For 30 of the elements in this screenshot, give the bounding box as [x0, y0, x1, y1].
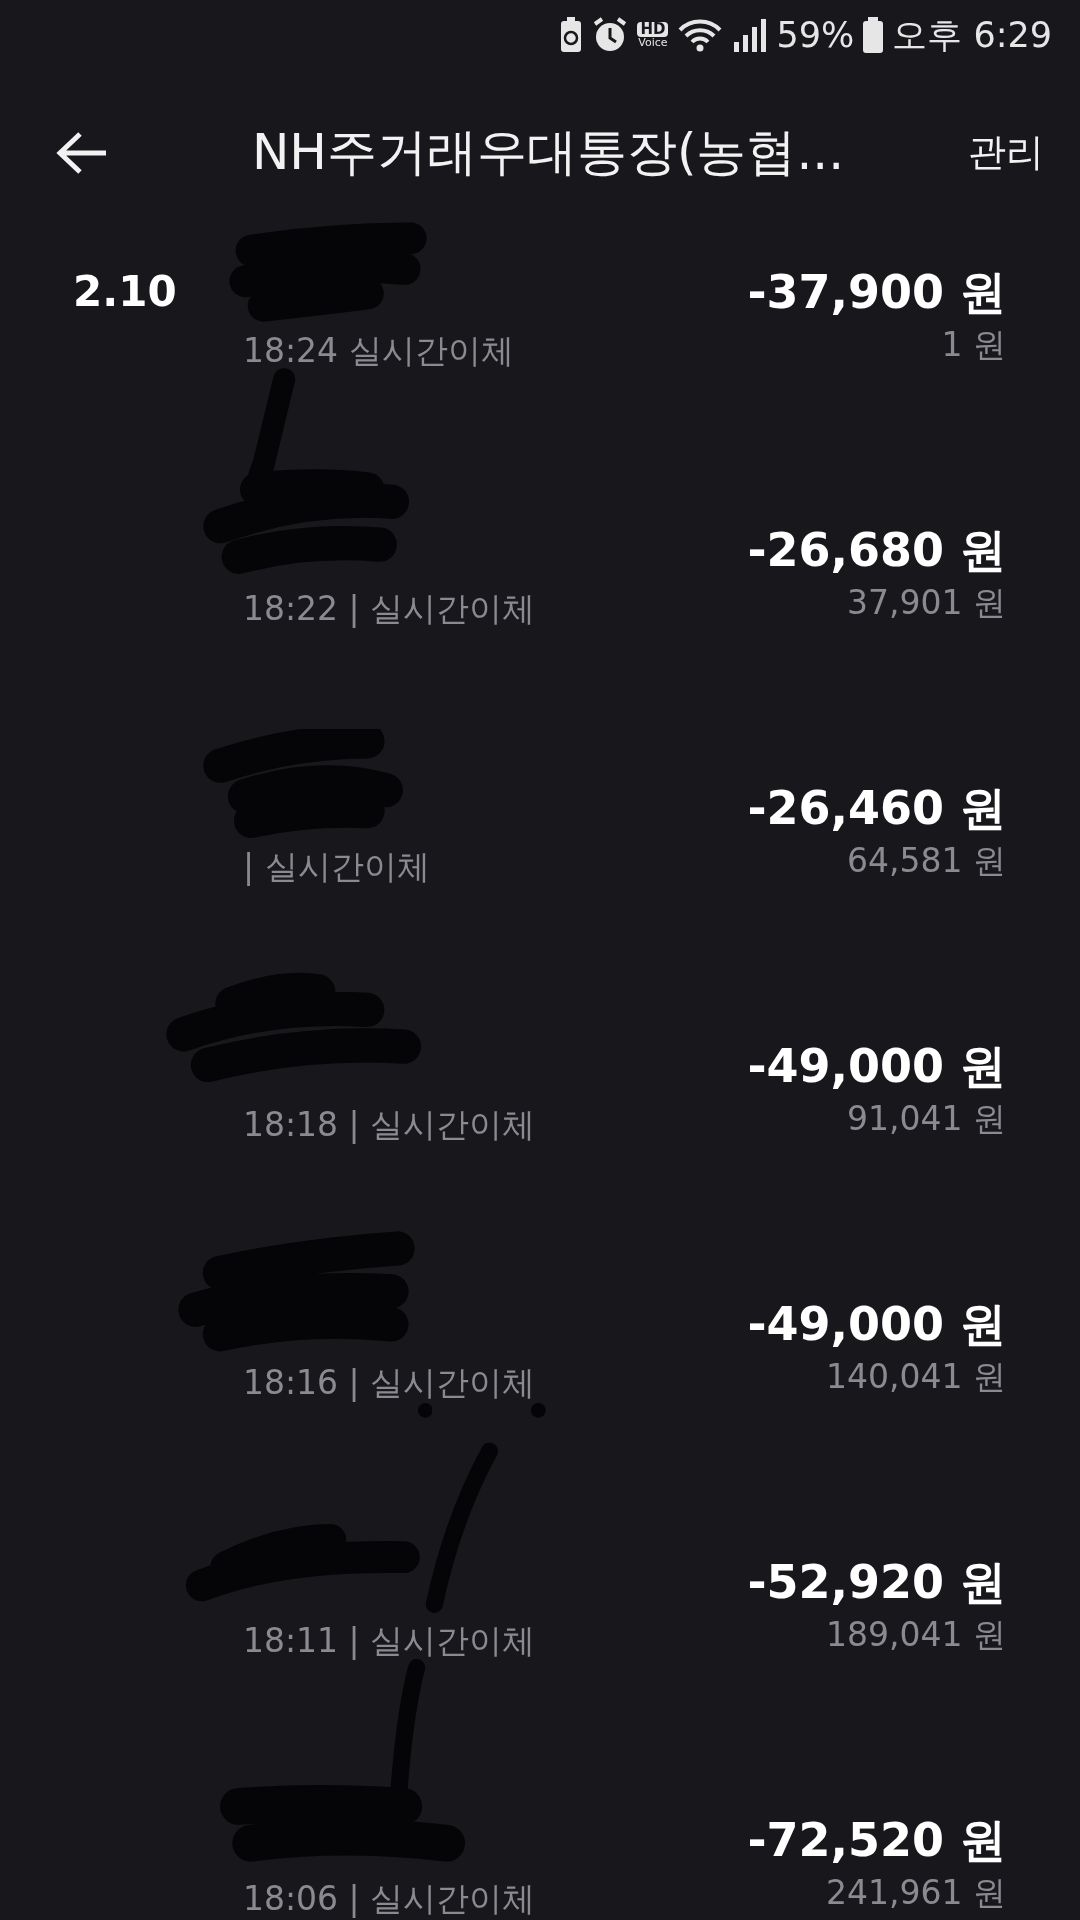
- transaction-amount: -72,520 원: [747, 1813, 1006, 1867]
- transaction-amount: -37,900 원: [747, 265, 1006, 319]
- transaction-amount: -52,920 원: [747, 1555, 1006, 1609]
- date-label: 2.10: [73, 267, 177, 316]
- battery-saver-icon: [559, 16, 584, 54]
- balance-after: 1 원: [940, 324, 1006, 366]
- manage-button[interactable]: 관리: [968, 127, 1044, 178]
- transaction-meta: 18:06 | 실시간이체: [243, 1879, 536, 1918]
- balance-after: 241,961 원: [825, 1872, 1006, 1914]
- transaction-meta: | 실시간이체: [243, 847, 430, 886]
- battery-icon: [862, 16, 885, 54]
- balance-after: 189,041 원: [825, 1614, 1006, 1656]
- transaction-amount: -49,000 원: [747, 1297, 1006, 1351]
- transaction-amount: -49,000 원: [747, 1039, 1006, 1093]
- back-arrow-icon[interactable]: [56, 130, 108, 175]
- transaction-meta: 18:22 | 실시간이체: [243, 589, 536, 628]
- balance-after: 140,041 원: [825, 1356, 1006, 1398]
- balance-after: 37,901 원: [846, 582, 1006, 624]
- battery-percent: 59%: [776, 15, 855, 55]
- signal-icon: [732, 16, 769, 54]
- transaction-meta: 18:18 | 실시간이체: [243, 1105, 536, 1144]
- balance-after: 91,041 원: [846, 1098, 1006, 1140]
- balance-after: 64,581 원: [846, 840, 1006, 882]
- transaction-meta: 18:16 | 실시간이체: [243, 1363, 536, 1402]
- clock-time: 오후 6:29: [892, 13, 1052, 57]
- transaction-amount: -26,460 원: [747, 781, 1006, 835]
- transaction-meta: 18:11 | 실시간이체: [243, 1621, 536, 1660]
- transaction-meta: 18:24 실시간이체: [243, 331, 514, 370]
- account-title: NH주거래우대통장(농협...: [250, 122, 846, 183]
- transaction-amount: -26,680 원: [747, 523, 1006, 577]
